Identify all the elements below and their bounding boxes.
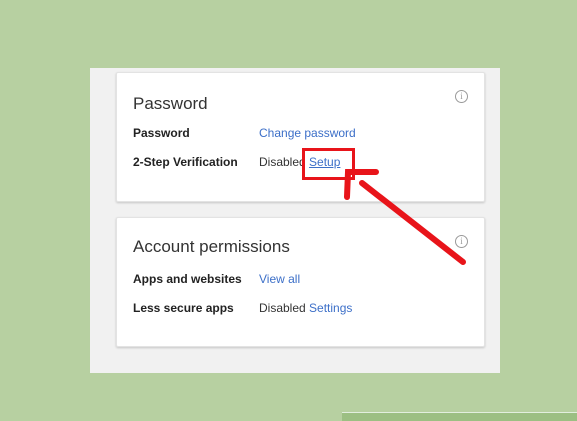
red-arrow-icon: [344, 169, 466, 265]
